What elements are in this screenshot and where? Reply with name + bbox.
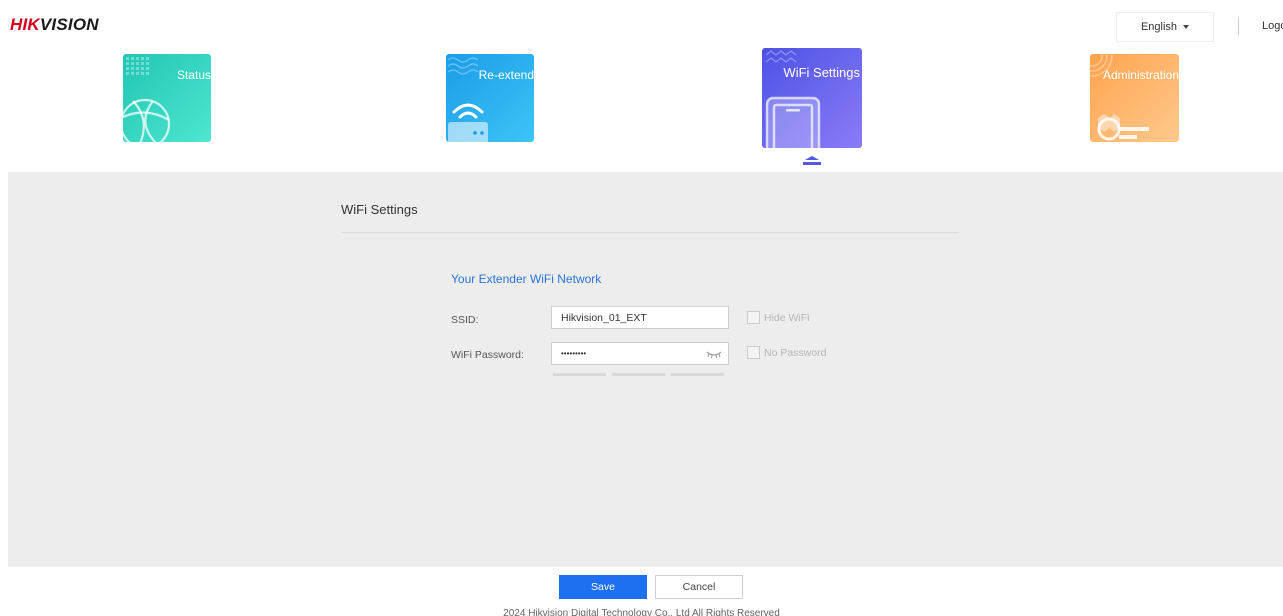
wifi-password-label: WiFi Password: <box>451 349 524 361</box>
tile-status-label: Status <box>176 68 211 82</box>
logout-link[interactable]: Logout <box>1262 20 1283 32</box>
language-select[interactable]: English <box>1116 12 1214 42</box>
title-divider <box>341 232 959 233</box>
hikvision-logo: HIKVISION <box>10 15 99 35</box>
header-divider <box>1238 17 1239 35</box>
wifi-password-value: ••••••••• <box>561 349 587 358</box>
tile-wifi-settings-label: WiFi Settings <box>783 65 860 80</box>
language-label: English <box>1140 21 1178 33</box>
save-button[interactable]: Save <box>559 575 647 599</box>
password-strength-bar-strong <box>671 373 724 376</box>
section-subheading: Your Extender WiFi Network <box>451 272 602 286</box>
phone-icon <box>765 50 821 148</box>
caret-down-icon <box>1183 25 1190 29</box>
app-root: HIKVISION English Logout Status <box>0 0 1283 616</box>
tile-administration[interactable]: Administration <box>1090 54 1179 142</box>
no-password-checkbox[interactable] <box>747 346 760 359</box>
ssid-input[interactable]: Hikvision_01_EXT <box>551 306 729 329</box>
password-strength-bar-medium <box>612 373 665 376</box>
logo-brand-dark: VISION <box>39 15 99 34</box>
logo-brand-red: HIK <box>10 15 40 34</box>
hide-wifi-label[interactable]: Hide WiFi <box>764 312 810 324</box>
page-title: WiFi Settings <box>341 202 418 217</box>
tile-re-extend[interactable]: Re-extend <box>446 54 534 142</box>
cancel-button[interactable]: Cancel <box>655 575 743 599</box>
tile-wifi-settings[interactable]: WiFi Settings <box>762 48 862 148</box>
copyright-text: 2024 Hikvision Digital Technology Co., L… <box>503 608 780 616</box>
ssid-value: Hikvision_01_EXT <box>561 311 647 324</box>
eye-closed-icon[interactable] <box>706 349 722 359</box>
no-password-label[interactable]: No Password <box>764 347 826 359</box>
tile-status[interactable]: Status <box>123 54 211 142</box>
password-strength-bar-weak <box>553 373 606 376</box>
tile-re-extend-label: Re-extend <box>478 68 534 82</box>
ssid-label: SSID: <box>451 314 479 326</box>
wifi-password-input[interactable]: ••••••••• <box>551 342 729 365</box>
tile-administration-label: Administration <box>1102 68 1179 82</box>
active-tab-indicator-icon <box>803 156 821 165</box>
hide-wifi-checkbox[interactable] <box>747 311 760 324</box>
